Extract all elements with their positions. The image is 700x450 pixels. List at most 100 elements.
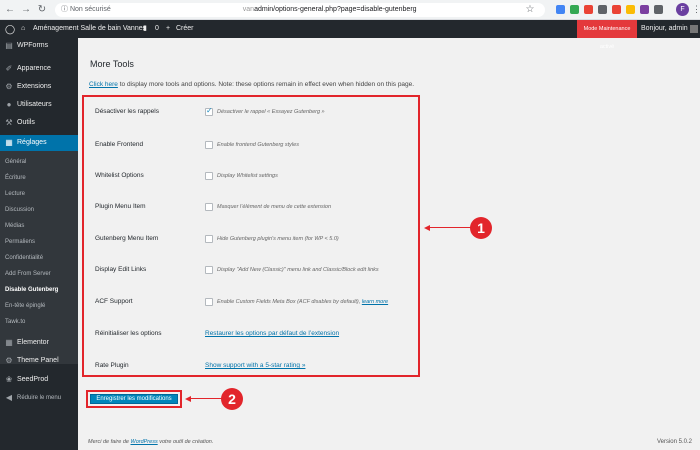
extension-icon[interactable]: [556, 5, 565, 14]
sidebar-item-label: Apparence: [17, 65, 51, 72]
acf-support-checkbox[interactable]: [205, 298, 213, 306]
sidebar-item-plugins[interactable]: ⚙ Extensions: [0, 80, 78, 94]
submenu-item-current[interactable]: Disable Gutenberg: [0, 284, 78, 296]
intro-description: to display more tools and options. Note:…: [117, 81, 415, 88]
option-label: ACF Support: [95, 298, 133, 305]
comments-icon[interactable]: ▮: [143, 20, 147, 38]
extension-icon[interactable]: [570, 5, 579, 14]
annotation-arrow-2-head: [185, 396, 191, 402]
home-icon[interactable]: ⌂: [21, 20, 25, 38]
elementor-icon: ▦: [5, 338, 13, 347]
option-description: Enable Custom Fields Meta Box (ACF disab…: [217, 299, 388, 305]
sidebar-item-label: Theme Panel: [17, 357, 59, 364]
plus-icon[interactable]: +: [166, 20, 170, 38]
sidebar-item-settings[interactable]: ▦ Réglages: [0, 135, 78, 151]
extension-icon[interactable]: [626, 5, 635, 14]
save-changes-button[interactable]: Enregistrer les modifications: [90, 394, 178, 404]
option-description: Enable frontend Gutenberg styles: [217, 142, 299, 148]
sidebar-item-appearance[interactable]: ✐ Apparence: [0, 62, 78, 76]
option-label: Réinitialiser les options: [95, 330, 162, 337]
admin-sidebar: ▤ WPForms ✐ Apparence ⚙ Extensions ● Utilisa…: [0, 38, 78, 450]
extension-icon[interactable]: [640, 5, 649, 14]
sidebar-item-tools[interactable]: ⚒ Outils: [0, 116, 78, 130]
new-content-link[interactable]: Créer: [176, 20, 194, 38]
learn-more-link[interactable]: learn more: [362, 299, 388, 305]
sidebar-item-label: Outils: [17, 119, 35, 126]
bookmark-star-icon[interactable]: ☆: [524, 4, 536, 16]
disable-nag-checkbox[interactable]: [205, 106, 213, 116]
sidebar-item-label: Utilisateurs: [17, 101, 52, 108]
sidebar-item-users[interactable]: ● Utilisateurs: [0, 98, 78, 112]
submenu-item[interactable]: Confidentialité: [0, 252, 78, 264]
submenu-item[interactable]: Add From Server: [0, 268, 78, 280]
sidebar-item-wpforms[interactable]: ▤ WPForms: [0, 39, 78, 53]
browser-menu-icon[interactable]: ⋮: [692, 4, 700, 15]
display-edit-links-checkbox[interactable]: [205, 266, 213, 274]
submenu-item[interactable]: Permaliens: [0, 236, 78, 248]
whitelist-options-checkbox[interactable]: [205, 172, 213, 180]
settings-submenu: Général Écriture Lecture Discussion Médi…: [0, 151, 78, 364]
extension-icon[interactable]: [612, 5, 621, 14]
address-bar[interactable]: ⓘ Non sécurisé vanadmin/options-general.…: [55, 3, 545, 17]
annotation-box-2: Enregistrer les modifications: [86, 390, 182, 408]
sidebar-item-label: SeedProd: [17, 376, 49, 383]
sidebar-item-label: Réduire le menu: [17, 395, 62, 401]
extension-icon[interactable]: [598, 5, 607, 14]
submenu-item[interactable]: Tawk.to: [0, 316, 78, 328]
url-path: admin/options-general.php?page=disable-g…: [254, 6, 417, 13]
collapse-icon: ◀: [5, 393, 13, 402]
extension-icon[interactable]: [654, 5, 663, 14]
plugins-icon: ⚙: [5, 82, 13, 91]
footer-credit: Merci de faire de WordPress votre outil …: [88, 439, 213, 445]
submenu-item[interactable]: Écriture: [0, 172, 78, 184]
wpforms-icon: ▤: [5, 41, 13, 50]
maintenance-mode-badge[interactable]: Mode Maintenance activé: [577, 20, 637, 50]
reset-options-link[interactable]: Restaurer les options par défaut de l’ex…: [205, 330, 339, 337]
appearance-icon: ✐: [5, 64, 13, 73]
comments-count[interactable]: 0: [155, 20, 159, 38]
option-description: Hide Gutenberg plugin's menu item (for W…: [217, 236, 339, 242]
submenu-item[interactable]: Général: [0, 156, 78, 168]
plugin-menu-item-checkbox[interactable]: [205, 203, 213, 211]
rate-plugin-link[interactable]: Show support with a 5-star rating »: [205, 362, 305, 369]
submenu-item[interactable]: Discussion: [0, 204, 78, 216]
site-name-link[interactable]: Aménagement Salle de bain Vannes: [33, 20, 146, 38]
option-label: Enable Frontend: [95, 141, 144, 148]
sidebar-item-elementor[interactable]: ▦ Elementor: [0, 336, 78, 350]
section-title: More Tools: [90, 59, 134, 69]
forward-icon[interactable]: →: [20, 4, 32, 16]
submenu-item[interactable]: En-tête épinglé: [0, 300, 78, 312]
submenu-item[interactable]: Lecture: [0, 188, 78, 200]
wordpress-link[interactable]: WordPress: [131, 439, 158, 445]
enable-frontend-checkbox[interactable]: [205, 141, 213, 149]
insecure-label: Non sécurisé: [69, 6, 111, 13]
users-icon: ●: [6, 100, 12, 109]
url-domain: van: [242, 6, 255, 13]
sidebar-item-seedprod[interactable]: ❀ SeedProd: [0, 373, 78, 387]
extension-icon[interactable]: [584, 5, 593, 14]
more-tools-link[interactable]: Click here: [89, 81, 118, 88]
reload-icon[interactable]: ↻: [36, 4, 48, 16]
settings-icon: ▦: [5, 138, 13, 147]
intro-text: Click here to display more tools and opt…: [89, 81, 414, 88]
sidebar-item-theme-panel[interactable]: ⚙ Theme Panel: [0, 354, 78, 368]
account-greeting[interactable]: Bonjour, admin: [641, 20, 688, 38]
back-icon[interactable]: ←: [4, 4, 16, 16]
option-label: Display Edit Links: [95, 266, 147, 273]
acf-description-text: Enable Custom Fields Meta Box (ACF disab…: [217, 299, 361, 305]
profile-avatar[interactable]: F: [676, 3, 689, 16]
option-description: Masquer l’élément de menu de cette exten…: [217, 204, 332, 210]
collapse-menu-button[interactable]: ◀ Réduire le menu: [0, 391, 78, 405]
sidebar-item-label: Elementor: [17, 339, 49, 346]
annotation-box-1: Désactiver les rappels Désactiver le rap…: [82, 95, 420, 377]
submenu-item[interactable]: Médias: [0, 220, 78, 232]
main-content: More Tools Click here to display more to…: [78, 38, 700, 450]
avatar[interactable]: [690, 25, 698, 33]
option-label: Rate Plugin: [95, 362, 129, 369]
sidebar-item-label: WPForms: [17, 42, 49, 49]
wordpress-logo-icon[interactable]: ◯: [5, 20, 15, 38]
theme-panel-icon: ⚙: [5, 356, 13, 365]
annotation-arrow-2: [190, 398, 222, 399]
gutenberg-menu-item-checkbox[interactable]: [205, 235, 213, 243]
info-icon: ⓘ: [61, 6, 68, 13]
